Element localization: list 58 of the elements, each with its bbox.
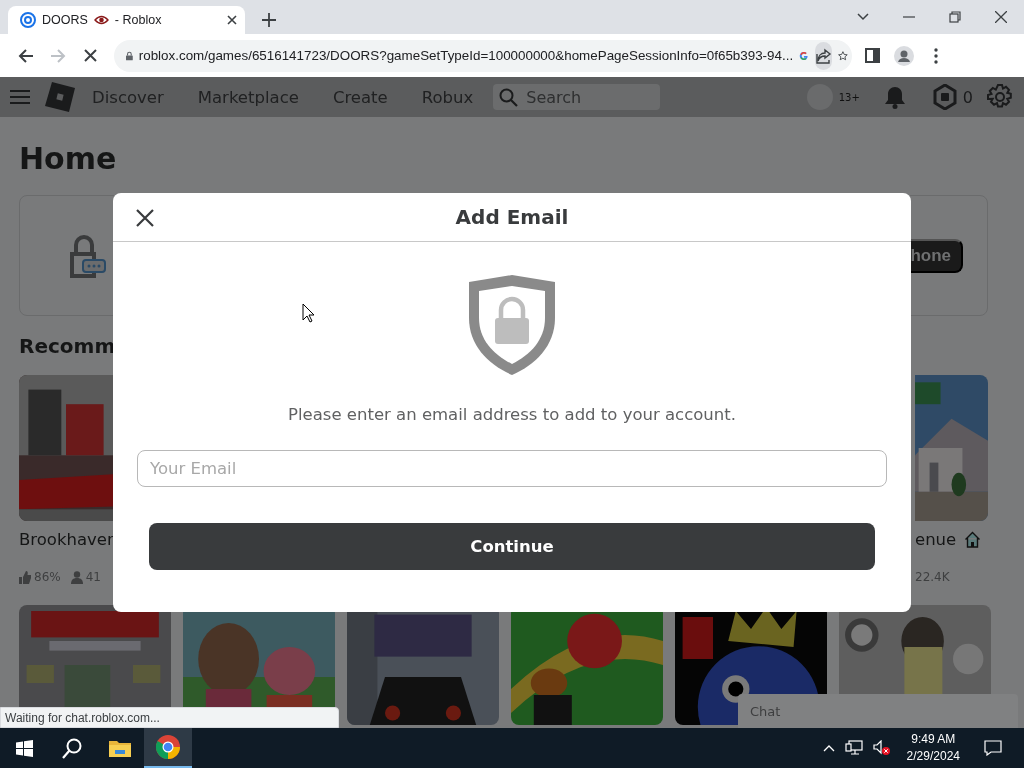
close-icon[interactable] xyxy=(995,11,1007,23)
close-icon[interactable] xyxy=(227,15,237,25)
chevron-down-icon[interactable] xyxy=(857,13,869,21)
nav-link[interactable]: Create xyxy=(332,87,388,107)
nav-link[interactable]: Robux xyxy=(421,87,474,107)
folder-icon[interactable] xyxy=(109,739,131,757)
share-button[interactable] xyxy=(814,41,833,70)
robux-balance: 0 xyxy=(962,87,973,107)
eye-icon xyxy=(93,15,109,25)
clock-date[interactable]: 2/29/2024 xyxy=(906,748,960,765)
chevron-up-icon[interactable] xyxy=(822,744,835,752)
dialog-title: Add Email xyxy=(455,205,569,229)
nav-link[interactable]: Discover xyxy=(92,87,164,107)
side-panel-icon[interactable] xyxy=(864,48,880,63)
search-icon[interactable] xyxy=(62,737,82,759)
notification-icon[interactable] xyxy=(984,740,1002,756)
continue-button[interactable]: Continue xyxy=(149,523,875,570)
profile-icon[interactable] xyxy=(894,45,914,66)
menu-icon[interactable] xyxy=(934,47,938,64)
game-stat: 22.4K xyxy=(915,570,950,584)
chrome-icon[interactable] xyxy=(156,735,180,759)
network-icon[interactable] xyxy=(844,740,863,756)
close-button[interactable] xyxy=(135,208,155,228)
game-title[interactable]: Brookhaven xyxy=(19,529,118,549)
dialog-message: Please enter an email address to add to your account. xyxy=(288,405,736,424)
chat-panel[interactable]: Chat xyxy=(738,694,1018,728)
windows-icon[interactable] xyxy=(15,739,33,757)
thumbs-up-icon xyxy=(19,570,31,584)
bell-icon[interactable] xyxy=(883,85,906,109)
tab-title-suffix: - Roblox xyxy=(114,13,162,27)
new-tab-icon[interactable] xyxy=(262,13,276,27)
age-label: 13+ xyxy=(838,91,860,103)
status-bubble: Waiting for chat.roblox.com... xyxy=(0,707,339,728)
speaker-muted-icon[interactable] xyxy=(872,740,891,756)
page-title: Home xyxy=(19,141,118,177)
stop-icon[interactable] xyxy=(83,49,97,62)
game-stat: 86% xyxy=(34,570,61,584)
logo-icon[interactable] xyxy=(45,82,75,112)
shield-lock-icon xyxy=(467,273,557,377)
restore-icon[interactable] xyxy=(949,11,961,23)
globe-icon xyxy=(20,12,36,28)
section-title: Recomm xyxy=(19,334,117,358)
nav-link[interactable]: Marketplace xyxy=(197,87,299,107)
house-icon xyxy=(964,530,982,548)
clock-time[interactable]: 9:49 AM xyxy=(911,731,956,748)
email-field[interactable]: Your Email xyxy=(137,450,887,487)
browser-tab[interactable]: DOORS - Roblox xyxy=(8,6,245,34)
back-icon[interactable] xyxy=(18,47,34,64)
robux-icon[interactable] xyxy=(932,84,957,110)
search-field[interactable]: Search xyxy=(493,84,661,110)
address-bar[interactable]: roblox.com/games/6516141723/DOORS?gameSetTypeId=100000000&homePageSessionInfo=0f65b393-94... xyxy=(114,39,852,72)
share-icon xyxy=(815,47,832,64)
game-title[interactable]: enue xyxy=(915,529,957,549)
cursor-icon xyxy=(302,303,315,323)
settings-icon[interactable] xyxy=(987,84,1013,110)
tab-title: DOORS xyxy=(42,13,88,27)
person-icon xyxy=(70,570,83,584)
game-stat: 41 xyxy=(85,570,101,584)
